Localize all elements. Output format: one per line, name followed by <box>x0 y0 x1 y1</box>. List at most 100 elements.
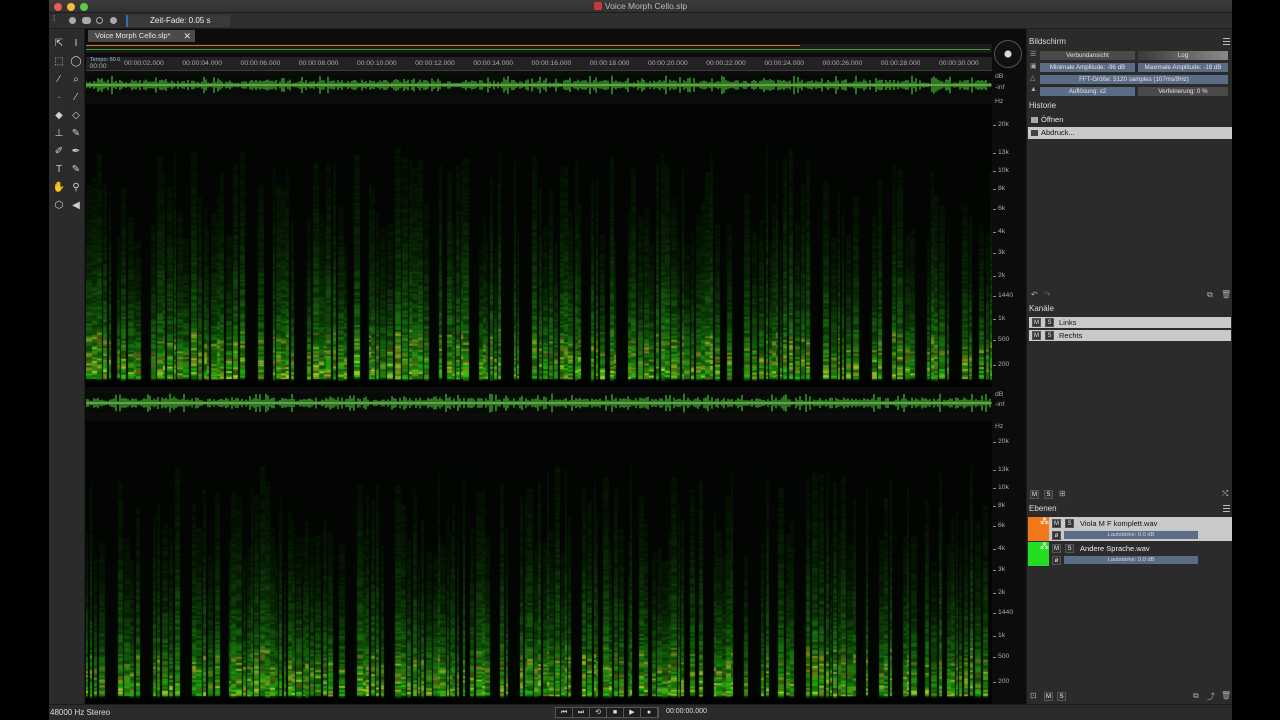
time-fade-field[interactable]: Zeit-Fade: 0.05 s <box>126 15 230 27</box>
hz-tick <box>993 365 996 366</box>
ebenen-menu-icon[interactable] <box>1223 505 1230 512</box>
history-item-print[interactable]: Abdruck... <box>1028 127 1232 139</box>
delete-layer-icon[interactable]: 🗑 <box>1221 691 1231 700</box>
hz-label: 200 <box>998 678 1010 685</box>
solo-links-button[interactable]: S <box>1045 318 1054 327</box>
layer-volume-slider[interactable]: Lautstärke: 0.0 dB <box>1064 556 1198 564</box>
spectrogram-right[interactable] <box>86 421 992 704</box>
redo-icon[interactable]: ↷ <box>1044 290 1051 299</box>
brush-select-tool[interactable]: · <box>52 91 66 105</box>
heal-tool[interactable]: ✎ <box>69 127 83 141</box>
undo-icon[interactable]: ↶ <box>1031 290 1038 299</box>
waveform-left[interactable] <box>85 75 992 95</box>
mute-links-button[interactable]: M <box>1032 318 1041 327</box>
bildschirm-menu-icon[interactable] <box>1223 38 1230 45</box>
stamp-tool[interactable]: ⊥ <box>52 127 66 141</box>
skip-end-button[interactable]: ⏭ <box>573 708 590 717</box>
layer-phase-button[interactable]: ø <box>1052 556 1061 565</box>
spectrogram-left[interactable] <box>86 104 992 387</box>
hz-label: 1440 <box>998 292 1014 300</box>
text-tool[interactable]: T <box>52 163 66 177</box>
mute-rechts-button[interactable]: M <box>1032 331 1041 340</box>
loop-button[interactable]: ⟲ <box>590 708 607 717</box>
ruler-tick: 00:00:24.000 <box>764 60 805 67</box>
magic-wand-tool[interactable]: ⁄ <box>52 73 66 87</box>
history-delete-icon[interactable]: 🗑 <box>1221 290 1231 299</box>
rect-select-tool[interactable]: ⬚ <box>52 55 66 69</box>
hz-scale-left: Hz 20k 13k 10k 8k 6k 4k 3k 2k 1440 1k 500 200 <box>993 98 1026 387</box>
eyedropper-tool[interactable]: ✎ <box>69 163 83 177</box>
eraser-tool[interactable]: ◆ <box>52 109 66 123</box>
layer-fx-icon[interactable]: ⊡ <box>1030 691 1037 700</box>
timecode-display[interactable]: 00:00:00.000 <box>666 708 707 715</box>
layer-row-viola[interactable]: ⁂ M S Viola M F komplett.wav ø Lautstärk… <box>1028 516 1232 541</box>
transport-controls: ⏮ ⏭ ⟲ ■ ▶ ● <box>555 707 659 718</box>
option-eye-icon[interactable] <box>110 17 117 24</box>
min-amplitude-slider[interactable]: Minimale Amplitude: -96 dB <box>1040 63 1135 72</box>
channel-grid-icon[interactable]: ⊞ <box>1059 489 1066 498</box>
layer-mute-button[interactable]: M <box>1052 544 1061 553</box>
layer-mute-all-button[interactable]: M <box>1044 692 1053 701</box>
pen-tool[interactable]: ✒ <box>69 145 83 159</box>
solo-rechts-button[interactable]: S <box>1045 331 1054 340</box>
close-tab-icon[interactable]: ✕ <box>183 30 191 42</box>
stop-button[interactable]: ■ <box>607 708 624 717</box>
pointer-tool[interactable]: ⇱ <box>52 37 66 51</box>
overview-green-bar <box>86 49 990 50</box>
cube-tool[interactable]: ⬡ <box>52 199 66 213</box>
jog-wheel[interactable] <box>994 40 1022 68</box>
solo-all-button[interactable]: S <box>1044 490 1053 499</box>
colormap-select[interactable]: Log <box>1138 51 1228 60</box>
history-item-open[interactable]: Öffnen <box>1028 114 1232 126</box>
option-dot-1[interactable] <box>69 17 76 24</box>
refinement-slider[interactable]: Verfeinerung: 0 % <box>1138 87 1228 96</box>
lasso-tool[interactable]: ◯ <box>69 55 83 69</box>
history-snapshot-icon[interactable]: ⧉ <box>1207 290 1213 300</box>
max-amplitude-slider[interactable]: Maximale Amplitude: -18 dB <box>1138 63 1228 72</box>
hz-label: 500 <box>998 652 1010 660</box>
view-mode-select[interactable]: Verbundansicht <box>1040 51 1135 60</box>
new-layer-icon[interactable]: ⧉ <box>1193 691 1199 701</box>
speaker-tool[interactable]: ◀ <box>69 199 83 213</box>
layer-row-sprache[interactable]: ⁂ M S Andere Sprache.wav ø Lautstärke: 0… <box>1028 541 1232 566</box>
resolution-slider[interactable]: Auflösung: x2 <box>1040 87 1135 96</box>
title-bar: Voice Morph Cello.slp <box>49 0 1232 13</box>
ruler-tick: 00:00:02.000 <box>124 60 164 67</box>
hz-tick <box>993 209 996 211</box>
channel-row-links[interactable]: M S Links <box>1029 317 1231 328</box>
document-tab[interactable]: Voice Morph Cello.slp* ✕ <box>88 30 195 42</box>
layer-options-icon[interactable]: ⤴ <box>1207 691 1215 702</box>
time-select-tool[interactable]: I <box>69 37 83 51</box>
rewind-start-button[interactable]: ⏮ <box>556 708 573 717</box>
ruler-tick: 00:00:16.000 <box>531 60 572 67</box>
hz-tick <box>993 189 996 191</box>
brush-tool[interactable]: ✐ <box>52 145 66 159</box>
layer-mute-button[interactable]: M <box>1052 519 1061 528</box>
zoom-tool[interactable]: ⚲ <box>69 181 83 195</box>
layer-wave-icon: ⁂ <box>1040 541 1049 551</box>
layer-solo-button[interactable]: S <box>1065 519 1074 528</box>
layer-phase-button[interactable]: ø <box>1052 531 1061 540</box>
magnifier-select-tool[interactable]: ⌕ <box>69 73 83 87</box>
mute-all-button[interactable]: M <box>1030 490 1039 499</box>
hand-tool[interactable]: ✋ <box>52 181 66 195</box>
waveform-right[interactable] <box>85 393 992 413</box>
hz-tick <box>993 470 996 472</box>
fft-size-slider[interactable]: FFT-Größe: 5120 samples (107ms/9Hz) <box>1040 75 1228 84</box>
play-button[interactable]: ▶ <box>624 708 641 717</box>
channel-shuffle-icon[interactable]: ⤭ <box>1222 489 1228 499</box>
time-ruler[interactable]: Tempo: 60.0 00:00 00:00:02.000 00:00:04.0… <box>86 57 992 71</box>
hz-label: 20k <box>998 121 1009 129</box>
hz-label: 3k <box>998 565 1006 573</box>
layer-solo-all-button[interactable]: S <box>1057 692 1066 701</box>
option-pill-icon[interactable] <box>82 17 91 24</box>
layer-volume-slider[interactable]: Lautstärke: 0.0 dB <box>1064 531 1198 539</box>
channel-row-rechts[interactable]: M S Rechts <box>1029 330 1231 341</box>
record-button[interactable]: ● <box>641 708 658 717</box>
harmonic-select-tool[interactable]: ⁄ <box>69 91 83 105</box>
option-ring-icon[interactable] <box>96 17 103 24</box>
layer-solo-button[interactable]: S <box>1065 544 1074 553</box>
eraser-2-tool[interactable]: ◇ <box>69 109 83 123</box>
layer-overview[interactable] <box>86 44 992 53</box>
hz-label: 10k <box>998 167 1009 175</box>
